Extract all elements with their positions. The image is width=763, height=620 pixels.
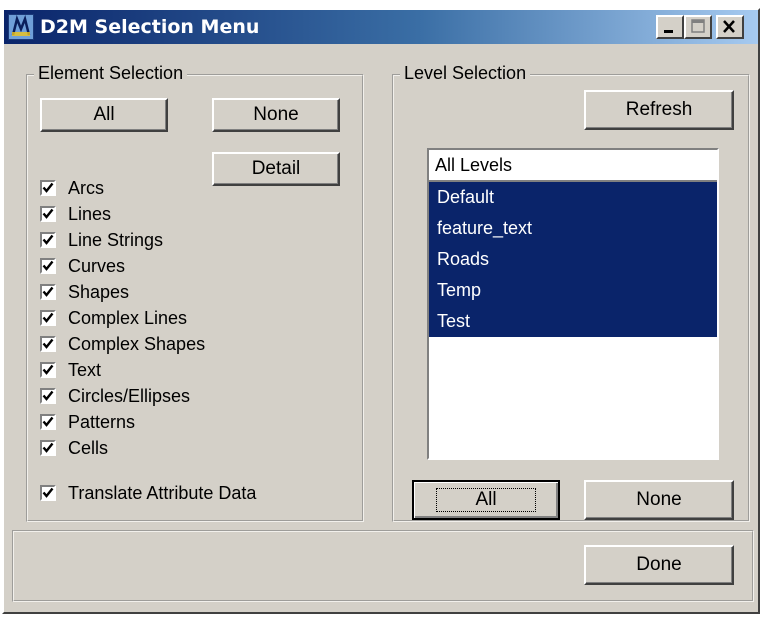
element-checkbox-row[interactable]: Patterns: [40, 409, 135, 435]
checkbox-label: Complex Lines: [68, 307, 188, 328]
checkbox[interactable]: [40, 440, 56, 456]
checkbox-label: Curves: [68, 255, 126, 276]
window-title: D2M Selection Menu: [40, 16, 260, 38]
translate-attribute-label: Translate Attribute Data: [68, 482, 257, 503]
element-selection-legend: Element Selection: [34, 63, 188, 84]
detail-button[interactable]: Detail: [212, 152, 340, 186]
element-checkbox-row[interactable]: Circles/Ellipses: [40, 383, 190, 409]
level-list-item[interactable]: feature_text: [429, 213, 717, 244]
checkbox-label: Complex Shapes: [68, 333, 206, 354]
translate-attribute-checkbox[interactable]: [40, 485, 56, 501]
element-checkbox-row[interactable]: Lines: [40, 201, 111, 227]
checkbox-label: Lines: [68, 203, 112, 224]
minimize-icon: [664, 30, 673, 33]
level-list-item[interactable]: Temp: [429, 275, 717, 306]
checkbox-label: Line Strings: [68, 229, 164, 250]
level-all-button[interactable]: All: [412, 480, 560, 520]
minimize-button[interactable]: [656, 15, 684, 39]
app-icon[interactable]: [8, 14, 34, 40]
checkbox-label: Patterns: [68, 411, 136, 432]
list-header[interactable]: All Levels: [429, 150, 717, 182]
element-checkbox-row[interactable]: Complex Lines: [40, 305, 187, 331]
checkbox-label: Arcs: [68, 177, 104, 198]
element-checkbox-row[interactable]: Complex Shapes: [40, 331, 205, 357]
checkbox-label: Text: [68, 359, 102, 380]
checkbox[interactable]: [40, 180, 56, 196]
title-bar[interactable]: D2M Selection Menu: [4, 10, 758, 44]
checkbox[interactable]: [40, 232, 56, 248]
done-button[interactable]: Done: [584, 545, 734, 585]
element-checkbox-row[interactable]: Arcs: [40, 175, 104, 201]
levels-listbox[interactable]: All Levels Default feature_text Roads Temp T…: [427, 148, 719, 460]
checkbox-label: Circles/Ellipses: [68, 385, 191, 406]
maximize-button[interactable]: [684, 15, 712, 39]
checkbox-label: Shapes: [68, 281, 130, 302]
checkbox[interactable]: [40, 414, 56, 430]
element-checkbox-row[interactable]: Shapes: [40, 279, 129, 305]
checkbox[interactable]: [40, 336, 56, 352]
translate-attribute-row[interactable]: Translate Attribute Data: [40, 480, 256, 506]
checkbox[interactable]: [40, 284, 56, 300]
element-checkbox-row[interactable]: Line Strings: [40, 227, 163, 253]
checkbox[interactable]: [40, 206, 56, 222]
level-list-item[interactable]: Test: [429, 306, 717, 337]
level-none-button[interactable]: None: [584, 480, 734, 520]
element-checkbox-row[interactable]: Curves: [40, 253, 125, 279]
maximize-icon: [691, 19, 705, 33]
element-all-button[interactable]: All: [40, 98, 168, 132]
element-none-button[interactable]: None: [212, 98, 340, 132]
close-icon: [723, 20, 735, 33]
level-all-label: All: [436, 488, 536, 512]
refresh-button[interactable]: Refresh: [584, 90, 734, 130]
close-button[interactable]: [716, 15, 744, 39]
element-checkbox-row[interactable]: Text: [40, 357, 101, 383]
level-list-item[interactable]: Default: [429, 182, 717, 213]
element-checkbox-row[interactable]: Cells: [40, 435, 108, 461]
checkbox-label: Cells: [68, 437, 109, 458]
checkbox[interactable]: [40, 388, 56, 404]
level-selection-legend: Level Selection: [400, 63, 531, 84]
checkbox[interactable]: [40, 362, 56, 378]
level-list-item[interactable]: Roads: [429, 244, 717, 275]
checkbox[interactable]: [40, 258, 56, 274]
checkbox[interactable]: [40, 310, 56, 326]
